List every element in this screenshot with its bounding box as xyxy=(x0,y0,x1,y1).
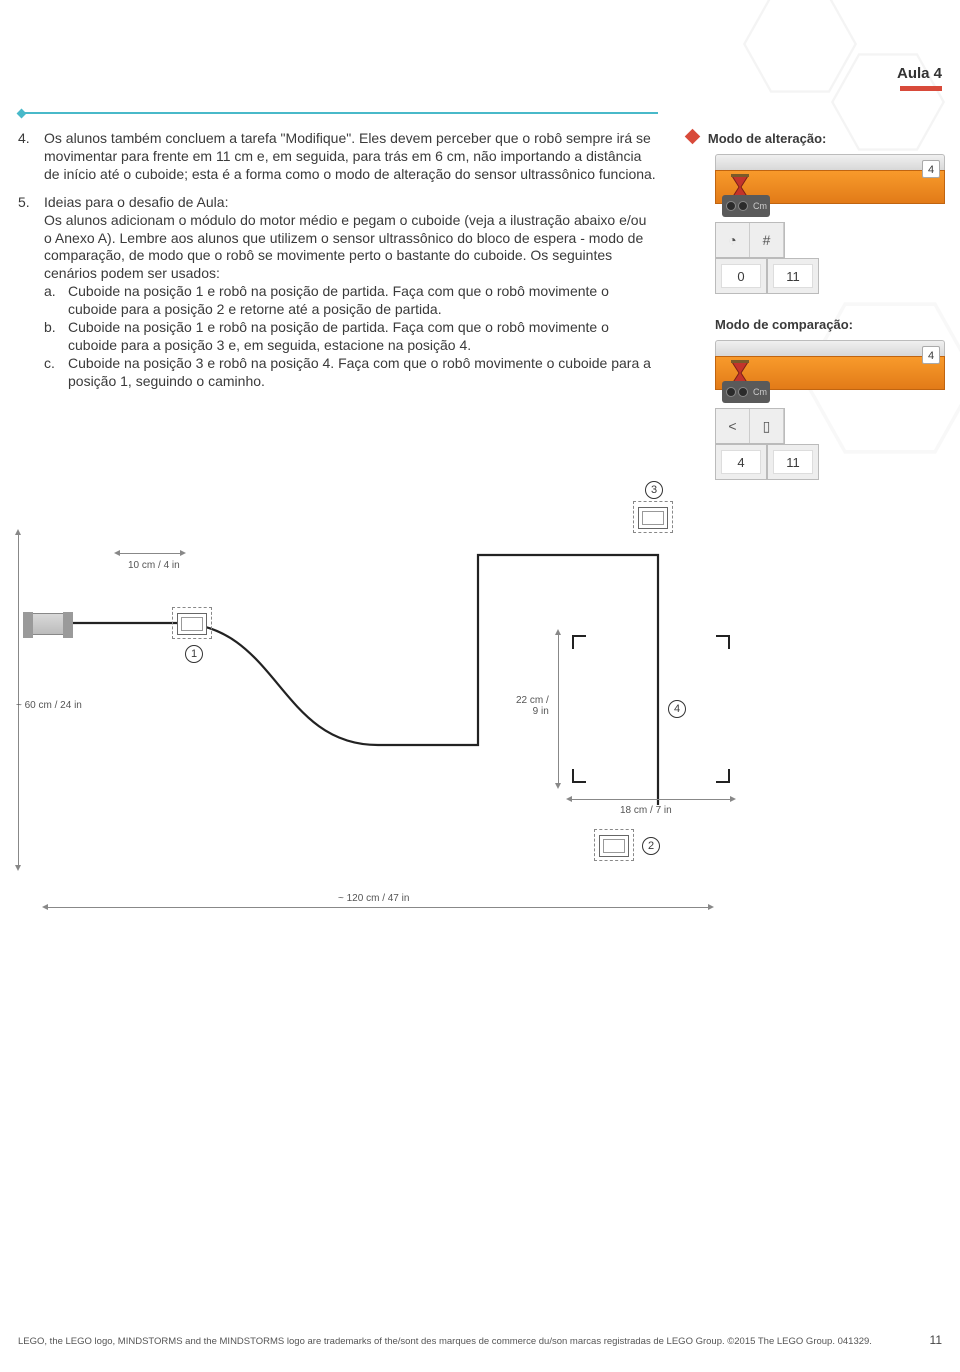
cuboid-pos2-box xyxy=(594,829,634,861)
ev3-block-change: 4 Cm ◔ # 0 11 xyxy=(715,154,945,294)
param-value: 0 xyxy=(721,264,761,288)
red-diamond-icon xyxy=(685,129,701,145)
sublist-marker: b. xyxy=(44,319,68,355)
paragraph-5-intro: Ideias para o desafio de Aula: xyxy=(44,194,658,212)
param-value: 11 xyxy=(773,450,813,474)
param-icon: < xyxy=(716,409,750,443)
list-marker: 5. xyxy=(18,194,44,391)
param-icon: ◔ xyxy=(716,223,750,257)
page-number: 11 xyxy=(930,1333,942,1348)
ultrasonic-sensor-icon: Cm xyxy=(722,195,770,217)
park-area-4 xyxy=(572,635,730,783)
block-param: 11 xyxy=(767,258,819,294)
ultrasonic-sensor-icon: Cm xyxy=(722,381,770,403)
mat-diagram: 10 cm / 4 in 1 ~ 60 cm / 24 in 3 4 22 cm… xyxy=(18,505,738,925)
horizontal-rule xyxy=(18,112,658,114)
main-content: 4. Os alunos também concluem a tarefa "M… xyxy=(18,130,658,401)
cuboid-icon xyxy=(599,835,629,857)
marker-4: 4 xyxy=(668,700,686,718)
measure-18cm: 18 cm / 7 in xyxy=(620,805,672,816)
subitem-b: Cuboide na posição 1 e robô na posição d… xyxy=(68,319,658,355)
cuboid-icon xyxy=(177,613,207,635)
measure-60cm: ~ 60 cm / 24 in xyxy=(16,700,82,711)
measure-120cm: ~ 120 cm / 47 in xyxy=(338,893,409,904)
block-param: 4 xyxy=(715,444,767,480)
sublist-marker: a. xyxy=(44,283,68,319)
footer-copyright: LEGO, the LEGO logo, MINDSTORMS and the … xyxy=(18,1336,872,1347)
marker-2: 2 xyxy=(642,837,660,855)
block-param: 11 xyxy=(767,444,819,480)
right-column: Modo de alteração: 4 Cm ◔ # 0 11 Modo d xyxy=(687,130,937,480)
ev3-block-compare: 4 Cm < ▯ 4 11 xyxy=(715,340,945,480)
paragraph-4: Os alunos também concluem a tarefa "Modi… xyxy=(44,130,658,184)
block-param: < ▯ xyxy=(715,408,785,444)
measure-10cm: 10 cm / 4 in xyxy=(128,560,180,571)
page-title: Aula 4 xyxy=(897,65,942,82)
measure-22cm: 22 cm / 9 in xyxy=(516,695,549,717)
title-underline xyxy=(900,86,942,91)
block-param: 0 xyxy=(715,258,767,294)
cuboid-icon xyxy=(638,507,668,529)
subitem-a: Cuboide na posição 1 e robô na posição d… xyxy=(68,283,658,319)
block-param: ◔ # xyxy=(715,222,785,258)
param-value: 11 xyxy=(773,264,813,288)
cuboid-pos1-box xyxy=(172,607,212,639)
sublist-marker: c. xyxy=(44,355,68,391)
marker-3: 3 xyxy=(645,481,663,499)
param-icon: # xyxy=(750,223,784,257)
footer: LEGO, the LEGO logo, MINDSTORMS and the … xyxy=(18,1336,942,1348)
param-value: 4 xyxy=(721,450,761,474)
list-marker: 4. xyxy=(18,130,44,184)
mode-label-compare: Modo de comparação: xyxy=(715,317,853,332)
mode-label-change: Modo de alteração: xyxy=(708,131,826,146)
port-number: 4 xyxy=(922,346,940,364)
port-number: 4 xyxy=(922,160,940,178)
robot-icon xyxy=(24,613,72,635)
param-icon: ▯ xyxy=(750,409,784,443)
marker-1: 1 xyxy=(185,645,203,663)
subitem-c: Cuboide na posição 3 e robô na posição 4… xyxy=(68,355,658,391)
cuboid-pos3-box xyxy=(633,501,673,533)
paragraph-5-body: Os alunos adicionam o módulo do motor mé… xyxy=(44,212,658,284)
